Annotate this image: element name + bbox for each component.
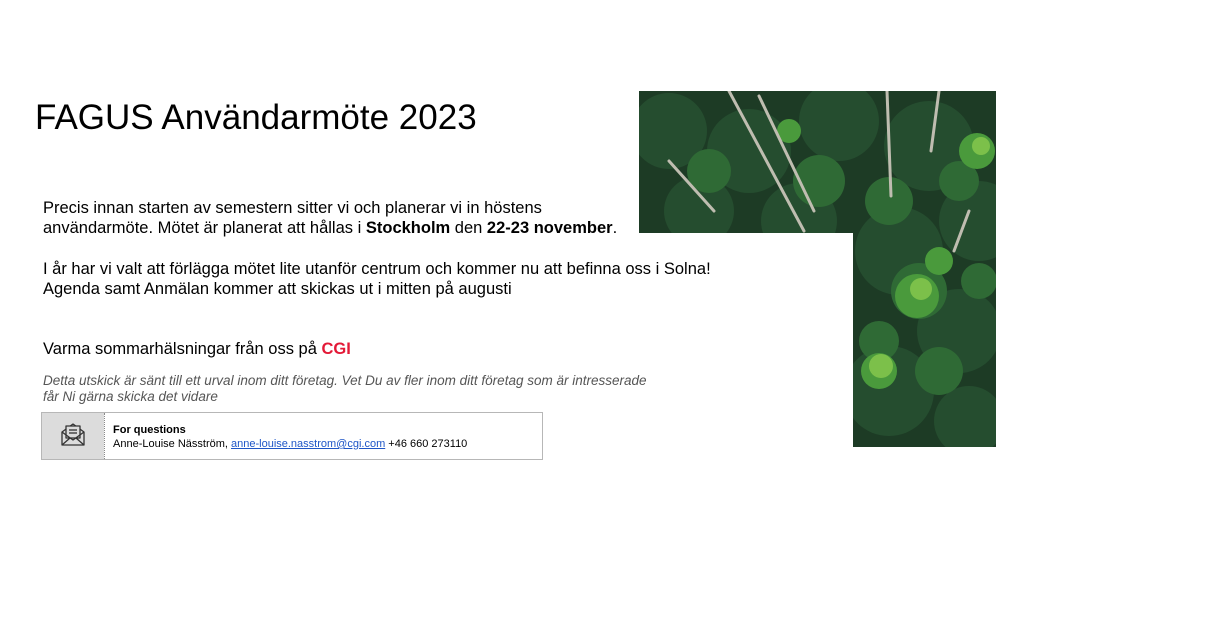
intro-line-1: Precis innan starten av semestern sitter…	[43, 199, 542, 217]
intro-line-2: användarmöte. Mötet är planerat att håll…	[43, 219, 366, 237]
disclaimer-line-1: Detta utskick är sänt till ett urval ino…	[43, 373, 647, 388]
intro-connector: den	[450, 219, 487, 237]
page-title: FAGUS Användarmöte 2023	[35, 98, 477, 137]
contact-email-link[interactable]: anne-louise.nasstrom@cgi.com	[231, 438, 385, 450]
intro-paragraph: Precis innan starten av semestern sitter…	[43, 198, 617, 238]
greeting: Varma sommarhälsningar från oss på CGI	[43, 339, 351, 359]
contact-icon-panel	[42, 413, 104, 459]
brand-name: CGI	[321, 340, 351, 358]
disclaimer-line-2: får Ni gärna skicka det vidare	[43, 389, 218, 404]
contact-box: For questions Anne-Louise Näsström, anne…	[41, 412, 543, 460]
info-line-1: I år har vi valt att förlägga mötet lite…	[43, 260, 711, 278]
contact-name: Anne-Louise Näsström,	[113, 438, 231, 450]
info-paragraph: I år har vi valt att förlägga mötet lite…	[43, 259, 711, 299]
dates-text: 22-23 november	[486, 219, 613, 237]
contact-heading: For questions	[113, 424, 186, 436]
envelope-letter-icon	[60, 421, 86, 452]
contact-divider	[104, 413, 105, 459]
disclaimer: Detta utskick är sänt till ett urval ino…	[43, 373, 647, 405]
intro-end: .	[612, 219, 618, 237]
info-line-2: Agenda samt Anmälan kommer att skickas u…	[43, 280, 512, 298]
greeting-text: Varma sommarhälsningar från oss på	[43, 340, 322, 358]
contact-details: Anne-Louise Näsström, anne-louise.nasstr…	[113, 438, 467, 451]
location-text: Stockholm	[365, 219, 451, 237]
contact-phone: +46 660 273110	[385, 438, 468, 450]
